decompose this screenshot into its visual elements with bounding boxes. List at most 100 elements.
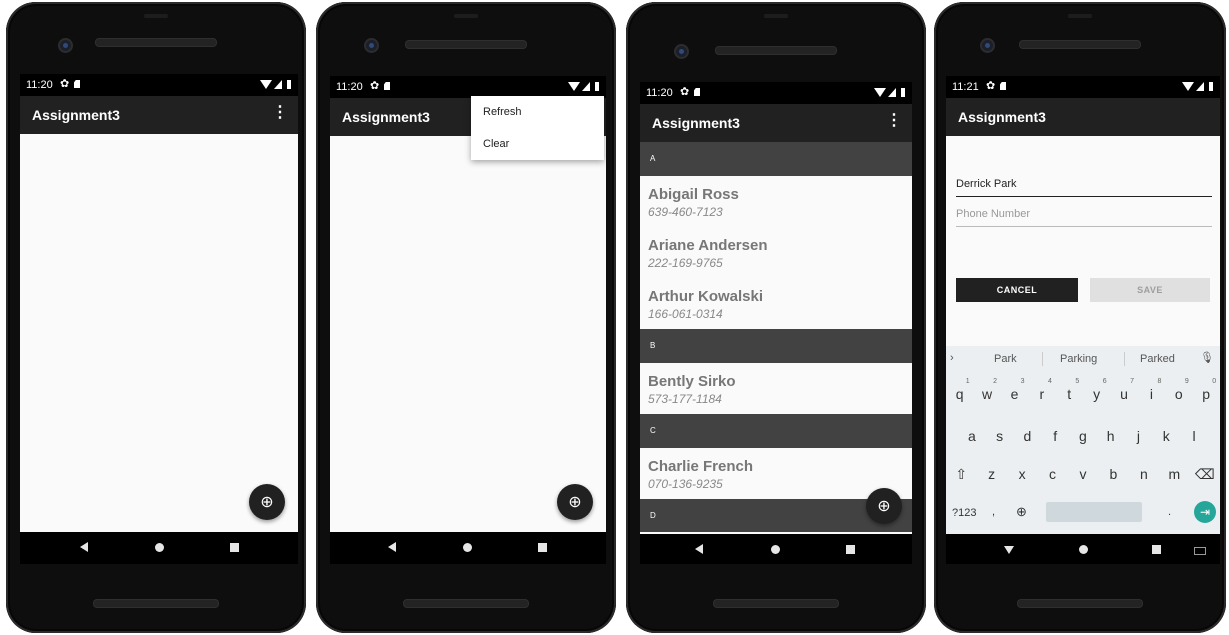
- hide-keyboard-icon[interactable]: [1004, 546, 1014, 554]
- phone-frame-1: 11:20 ✿ Assignment3 ⋮ ⊕: [6, 2, 306, 633]
- suggestion-park[interactable]: Park: [994, 353, 1017, 365]
- section-header-b: B: [640, 329, 912, 363]
- settings-status-icon: ✿: [680, 86, 690, 98]
- add-circle-icon: ⊕: [260, 494, 274, 511]
- key-row-4: ?123 , ⊕ . ⇥: [946, 500, 1220, 526]
- contact-name: Charlie French: [648, 458, 754, 475]
- microphone-icon[interactable]: 🎙: [1200, 351, 1214, 364]
- contact-phone: 573-177-1184: [648, 392, 722, 406]
- menu-item-refresh[interactable]: Refresh: [471, 96, 604, 128]
- back-icon[interactable]: [695, 544, 703, 554]
- key-n[interactable]: n: [1133, 466, 1155, 483]
- contact-item[interactable]: Abigail Ross 639-460-7123: [640, 176, 912, 227]
- screen-menu-open: 11:20 ✿ Assignment3 Refresh Clear ⊕: [330, 76, 606, 564]
- section-header-c: C: [640, 414, 912, 448]
- key-e[interactable]: e3: [1003, 378, 1025, 402]
- cancel-button[interactable]: CANCEL: [956, 278, 1078, 302]
- key-u[interactable]: u7: [1113, 378, 1135, 402]
- key-j[interactable]: j: [1127, 428, 1149, 444]
- contact-item[interactable]: Arthur Kowalski 166-061-0314: [640, 278, 912, 329]
- settings-status-icon: ✿: [986, 80, 996, 92]
- wifi-icon: [874, 88, 886, 97]
- status-bar: 11:20 ✿: [330, 76, 606, 98]
- key-i[interactable]: i8: [1140, 378, 1162, 402]
- menu-item-clear[interactable]: Clear: [471, 128, 604, 160]
- recents-icon[interactable]: [230, 543, 239, 552]
- phone-frame-2: 11:20 ✿ Assignment3 Refresh Clear ⊕: [316, 2, 616, 633]
- comma-key[interactable]: ,: [992, 506, 995, 518]
- suggestion-parking[interactable]: Parking: [1060, 353, 1097, 365]
- wifi-icon: [260, 80, 272, 89]
- key-b[interactable]: b: [1102, 466, 1124, 483]
- key-k[interactable]: k: [1155, 428, 1177, 444]
- add-contact-fab[interactable]: ⊕: [557, 484, 593, 520]
- app-bar: Assignment3 ⋮: [20, 96, 298, 134]
- key-x[interactable]: x: [1011, 466, 1033, 483]
- add-circle-icon: ⊕: [877, 498, 891, 515]
- backspace-icon[interactable]: ⌫: [1194, 466, 1216, 483]
- recents-icon[interactable]: [846, 545, 855, 554]
- app-title: Assignment3: [958, 109, 1046, 125]
- key-h[interactable]: h: [1100, 428, 1122, 444]
- key-y[interactable]: y6: [1086, 378, 1108, 402]
- key-c[interactable]: c: [1042, 466, 1064, 483]
- home-icon[interactable]: [771, 545, 780, 554]
- front-camera: [364, 38, 379, 53]
- sd-card-icon: [1000, 82, 1006, 90]
- add-contact-fab[interactable]: ⊕: [866, 488, 902, 524]
- nav-bar: [640, 534, 912, 564]
- back-icon[interactable]: [388, 542, 396, 552]
- key-v[interactable]: v: [1072, 466, 1094, 483]
- bottom-speaker: [713, 599, 839, 608]
- space-bar[interactable]: [1046, 502, 1142, 522]
- keyboard-switch-icon[interactable]: [1194, 547, 1206, 555]
- soft-keyboard: › Park Parking Parked 🎙 q1 w2 e3 r4 t5 y…: [946, 346, 1220, 534]
- status-time: 11:20: [26, 79, 53, 91]
- key-d[interactable]: d: [1016, 428, 1038, 444]
- chevron-right-icon[interactable]: ›: [950, 352, 954, 364]
- recents-icon[interactable]: [1152, 545, 1161, 554]
- add-circle-icon: ⊕: [568, 494, 582, 511]
- home-icon[interactable]: [1079, 545, 1088, 554]
- status-time: 11:20: [336, 81, 363, 93]
- key-g[interactable]: g: [1072, 428, 1094, 444]
- screen-empty-list: 11:20 ✿ Assignment3 ⋮ ⊕: [20, 74, 298, 564]
- more-options-icon[interactable]: ⋮: [886, 113, 902, 129]
- earpiece-speaker: [405, 40, 527, 49]
- name-input[interactable]: Derrick Park: [956, 178, 1212, 197]
- sd-card-icon: [694, 88, 700, 96]
- suggestion-parked[interactable]: Parked: [1140, 353, 1175, 365]
- sd-card-icon: [384, 82, 390, 90]
- key-r[interactable]: r4: [1031, 378, 1053, 402]
- globe-icon[interactable]: ⊕: [1016, 504, 1027, 520]
- key-s[interactable]: s: [989, 428, 1011, 444]
- key-m[interactable]: m: [1163, 466, 1185, 483]
- key-o[interactable]: o9: [1168, 378, 1190, 402]
- more-options-icon[interactable]: ⋮: [272, 105, 288, 121]
- home-icon[interactable]: [463, 543, 472, 552]
- contact-item[interactable]: Ariane Andersen 222-169-9765: [640, 227, 912, 278]
- key-z[interactable]: z: [981, 466, 1003, 483]
- save-button[interactable]: SAVE: [1090, 278, 1210, 302]
- home-icon[interactable]: [155, 543, 164, 552]
- key-f[interactable]: f: [1044, 428, 1066, 444]
- key-a[interactable]: a: [961, 428, 983, 444]
- key-row-2: a s d f g h j k l: [958, 428, 1208, 444]
- recents-icon[interactable]: [538, 543, 547, 552]
- key-l[interactable]: l: [1183, 428, 1205, 444]
- contact-name: Ariane Andersen: [648, 237, 768, 254]
- bottom-speaker: [93, 599, 219, 608]
- contact-item[interactable]: Charlie French 070-136-9235: [640, 448, 912, 499]
- key-w[interactable]: w2: [976, 378, 998, 402]
- next-field-icon[interactable]: ⇥: [1194, 501, 1216, 523]
- key-q[interactable]: q1: [949, 378, 971, 402]
- contact-item[interactable]: Bently Sirko 573-177-1184: [640, 363, 912, 414]
- phone-input[interactable]: Phone Number: [956, 208, 1212, 227]
- symbols-key[interactable]: ?123: [952, 507, 976, 519]
- key-p[interactable]: p0: [1195, 378, 1217, 402]
- back-icon[interactable]: [80, 542, 88, 552]
- shift-icon[interactable]: ⇧: [950, 466, 972, 483]
- period-key[interactable]: .: [1168, 506, 1171, 518]
- key-t[interactable]: t5: [1058, 378, 1080, 402]
- add-contact-fab[interactable]: ⊕: [249, 484, 285, 520]
